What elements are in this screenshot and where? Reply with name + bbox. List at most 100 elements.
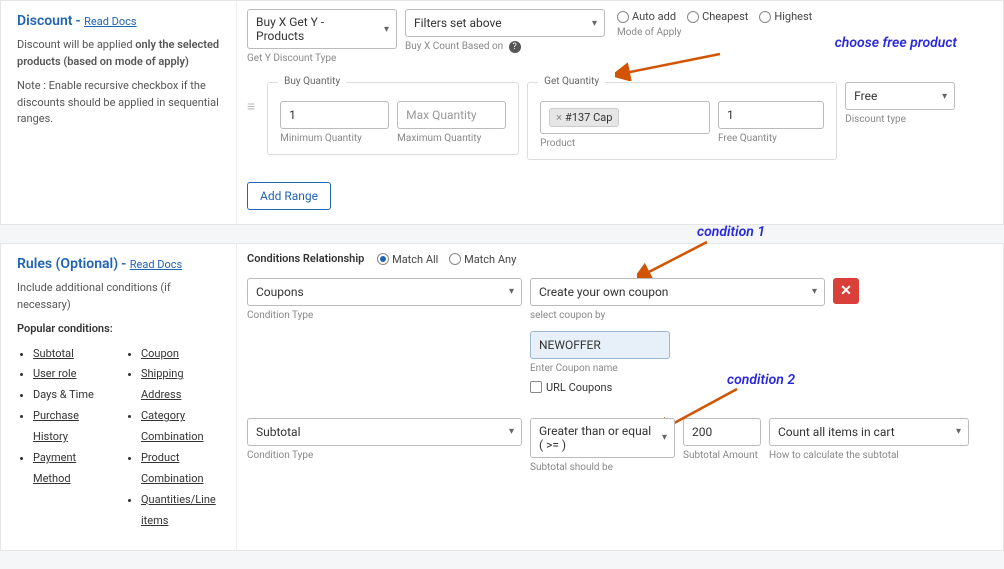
mode-apply-label: Mode of Apply [617, 27, 820, 38]
cond1-type-select[interactable]: Coupons [247, 278, 522, 306]
count-based-value: Filters set above [414, 16, 502, 30]
popular-product-combo[interactable]: Product Combination [141, 451, 204, 485]
cond1-method-col: Create your own coupon select coupon by … [530, 278, 825, 394]
cond2-amt-value: 200 [692, 425, 712, 439]
get-y-type-value: Buy X Get Y - Products [256, 15, 374, 43]
buy-min-label: Minimum Quantity [280, 133, 389, 144]
condition-2-row: Subtotal Condition Type Greater than or … [247, 418, 991, 473]
get-free-col: 1 Free Quantity [718, 101, 824, 144]
coupon-value: NEWOFFER [539, 338, 601, 352]
popular-coupon[interactable]: Coupon [141, 347, 179, 360]
cond1-type-value: Coupons [256, 285, 304, 299]
get-free-value: 1 [727, 108, 734, 122]
popular-conditions-label: Popular conditions: [17, 321, 222, 338]
popular-user-role[interactable]: User role [33, 367, 77, 380]
product-tag[interactable]: ×#137 Cap [549, 108, 619, 127]
popular-quantities[interactable]: Quantities/Line items [141, 493, 216, 527]
buy-min-input[interactable]: 1 [280, 101, 389, 129]
discount-top-row: Buy X Get Y - Products Get Y Discount Ty… [247, 9, 991, 64]
discount-type-value: Free [854, 89, 877, 103]
cond2-amt-input[interactable]: 200 [683, 418, 761, 446]
cond1-type-col: Coupons Condition Type [247, 278, 522, 321]
cond2-calc-value: Count all items in cart [778, 425, 895, 439]
popular-purchase-history[interactable]: Purchase History [33, 409, 79, 443]
drag-handle-icon[interactable]: ≡ [247, 72, 259, 115]
product-tag-label: #137 Cap [565, 111, 612, 124]
rules-title-row: Rules (Optional) - Read Docs [17, 256, 222, 272]
radio-auto-add-label: Auto add [632, 10, 676, 23]
cond2-amt-label: Subtotal Amount [683, 450, 761, 461]
rules-sidebar: Rules (Optional) - Read Docs Include add… [1, 244, 236, 550]
discount-body: choose free product Buy X Get Y - Produc… [236, 1, 1003, 224]
info-icon[interactable]: ? [509, 41, 521, 53]
discount-sidebar: Discount - Read Docs Discount will be ap… [1, 1, 236, 224]
coupon-label: Enter Coupon name [530, 363, 825, 374]
radio-match-any[interactable] [449, 253, 461, 265]
add-range-button[interactable]: Add Range [247, 182, 331, 210]
radio-match-any-label: Match Any [464, 253, 516, 266]
get-product-col: ×#137 Cap Product [540, 101, 710, 149]
url-coupons-checkbox[interactable] [530, 381, 542, 393]
discount-type-label: Discount type [845, 114, 955, 125]
add-range-row: Add Range [247, 182, 991, 210]
cond2-calc-select[interactable]: Count all items in cart [769, 418, 969, 446]
radio-match-all-label: Match All [392, 253, 438, 266]
cond2-op-col: Greater than or equal ( >= ) Subtotal sh… [530, 418, 675, 473]
get-qty-fieldset: Get Quantity ×#137 Cap Product 1 Free Qu… [527, 82, 837, 160]
cond2-calc-col: Count all items in cart How to calculate… [769, 418, 969, 461]
cond2-calc-label: How to calculate the subtotal [769, 450, 969, 461]
mode-apply-radios: Auto add Cheapest Highest [617, 9, 820, 23]
cond2-type-value: Subtotal [256, 425, 301, 439]
radio-auto-add[interactable] [617, 11, 629, 23]
radio-highest-label: Highest [774, 10, 812, 23]
count-based-col: Filters set above Buy X Count Based on ? [405, 9, 605, 53]
discount-type-select[interactable]: Free [845, 82, 955, 110]
rules-read-docs-link[interactable]: Read Docs [130, 258, 182, 271]
popular-category-combo[interactable]: Category Combination [141, 409, 204, 443]
cond1-method-select[interactable]: Create your own coupon [530, 278, 825, 306]
cond2-type-select[interactable]: Subtotal [247, 418, 522, 446]
condition-1-row: Coupons Condition Type Create your own c… [247, 278, 991, 394]
cond2-op-select[interactable]: Greater than or equal ( >= ) [530, 418, 675, 458]
radio-cheapest-label: Cheapest [702, 10, 748, 23]
url-coupons-row: URL Coupons [530, 380, 825, 394]
popular-days-time: Days & Time [33, 388, 94, 401]
range-row: ≡ Buy Quantity 1 Minimum Quantity Max Qu… [247, 72, 991, 160]
rules-dash: - [121, 256, 130, 272]
tag-remove-icon[interactable]: × [556, 111, 562, 124]
popular-payment-method[interactable]: Payment Method [33, 451, 76, 485]
popular-subtotal[interactable]: Subtotal [33, 347, 74, 360]
conditions-relationship-row: Conditions Relationship Match All Match … [247, 252, 991, 266]
count-based-select[interactable]: Filters set above [405, 9, 605, 37]
get-y-type-select[interactable]: Buy X Get Y - Products [247, 9, 397, 49]
conditions-relationship-label: Conditions Relationship [247, 252, 364, 265]
discount-read-docs-link[interactable]: Read Docs [84, 15, 136, 28]
popular-shipping[interactable]: Shipping Address [141, 367, 184, 401]
buy-max-label: Maximum Quantity [397, 133, 506, 144]
radio-highest[interactable] [759, 11, 771, 23]
rules-panel: Rules (Optional) - Read Docs Include add… [0, 243, 1004, 551]
delete-condition-button[interactable]: ✕ [833, 278, 859, 304]
popular-col-1: Subtotal User role Days & Time Purchase … [33, 344, 95, 532]
get-product-input[interactable]: ×#137 Cap [540, 101, 710, 134]
get-free-label: Free Quantity [718, 133, 824, 144]
url-coupons-label: URL Coupons [546, 381, 612, 394]
buy-qty-inner: 1 Minimum Quantity Max Quantity Maximum … [280, 101, 506, 144]
discount-dash: - [76, 13, 85, 29]
rules-body: condition 1 condition 2 Conditions Relat… [236, 244, 1003, 550]
coupon-block: NEWOFFER Enter Coupon name URL Coupons [530, 331, 825, 394]
buy-max-input[interactable]: Max Quantity [397, 101, 506, 129]
radio-cheapest[interactable] [687, 11, 699, 23]
cond2-type-label: Condition Type [247, 450, 522, 461]
buy-min-value: 1 [289, 108, 296, 122]
get-free-input[interactable]: 1 [718, 101, 824, 129]
close-icon: ✕ [840, 283, 852, 299]
radio-match-all[interactable] [377, 253, 389, 265]
buy-max-col: Max Quantity Maximum Quantity [397, 101, 506, 144]
discount-title: Discount [17, 13, 73, 29]
mode-apply-col: Auto add Cheapest Highest Mode of Apply [617, 9, 820, 38]
discount-help-2: Note : Enable recursive checkbox if the … [17, 78, 222, 128]
rules-help: Include additional conditions (if necess… [17, 280, 222, 313]
cond2-op-label: Subtotal should be [530, 462, 675, 473]
coupon-input[interactable]: NEWOFFER [530, 331, 670, 359]
